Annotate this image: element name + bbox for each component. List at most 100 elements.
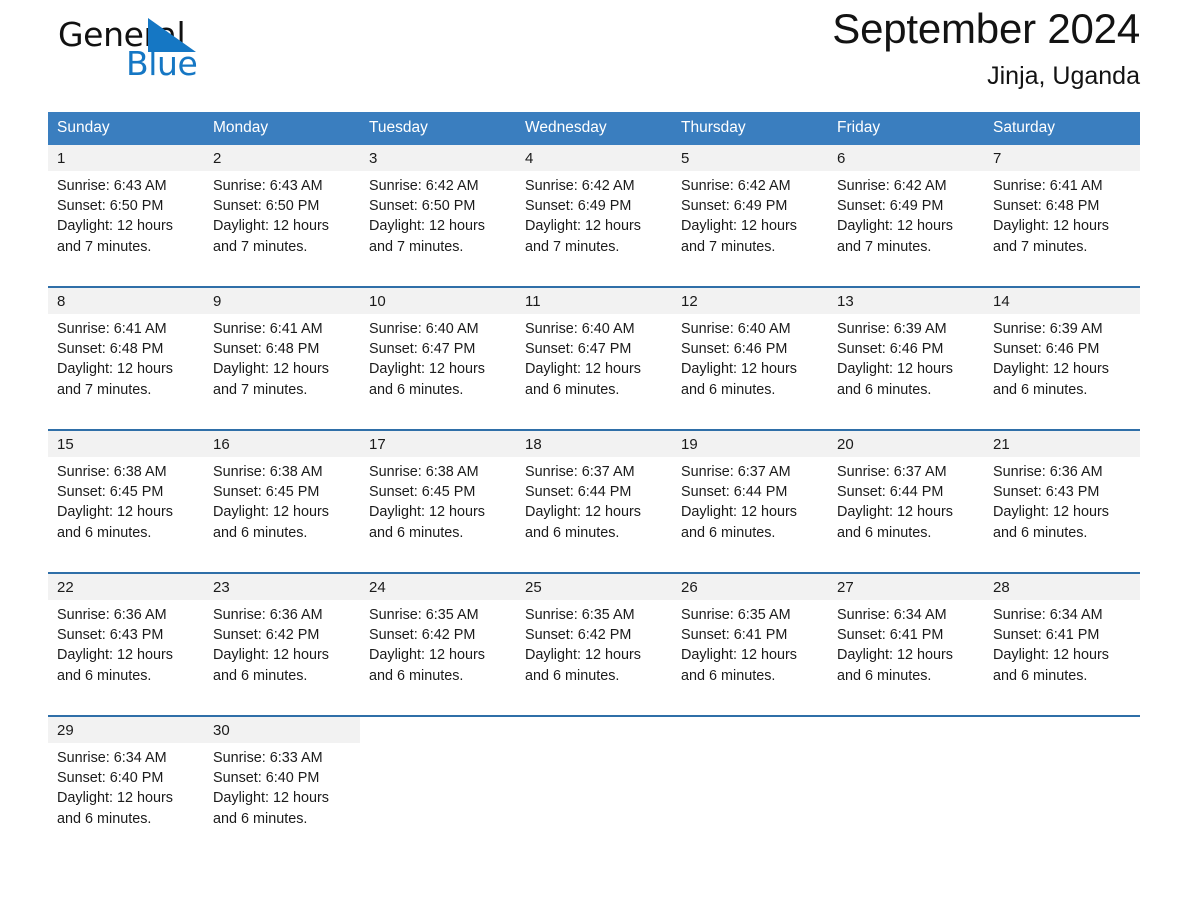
day-detail-cell[interactable]: Sunrise: 6:40 AM Sunset: 6:47 PM Daylight:…: [360, 314, 516, 430]
day-number-cell[interactable]: 1: [48, 145, 204, 171]
calendar-page: General Blue September 2024 Jinja, Ugand…: [0, 0, 1188, 918]
sunset-text: Sunset: 6:48 PM: [993, 198, 1100, 215]
day-number-cell[interactable]: 3: [360, 145, 516, 171]
week-daynumber-row: 29 30: [48, 715, 1140, 743]
daylight-text-line1: Daylight: 12 hours: [525, 361, 641, 378]
day-number-cell[interactable]: 22: [48, 572, 204, 600]
title-block: September 2024 Jinja, Uganda: [832, 4, 1140, 92]
day-number-cell[interactable]: 24: [360, 572, 516, 600]
sunset-text: Sunset: 6:44 PM: [681, 484, 788, 501]
sunset-text: Sunset: 6:45 PM: [213, 484, 320, 501]
sunrise-text: Sunrise: 6:33 AM: [213, 750, 323, 766]
day-detail-cell[interactable]: Sunrise: 6:37 AM Sunset: 6:44 PM Daylight:…: [828, 457, 984, 573]
day-number-cell[interactable]: 23: [204, 572, 360, 600]
sunset-text: Sunset: 6:40 PM: [213, 770, 320, 787]
day-number-cell[interactable]: 13: [828, 286, 984, 314]
day-detail-cell[interactable]: Sunrise: 6:38 AM Sunset: 6:45 PM Daylight:…: [360, 457, 516, 573]
daylight-text-line1: Daylight: 12 hours: [837, 218, 953, 235]
general-blue-logo: General Blue: [48, 10, 228, 88]
day-number-cell[interactable]: 30: [204, 715, 360, 743]
daylight-text-line2: and 6 minutes.: [993, 524, 1088, 541]
day-detail-cell[interactable]: Sunrise: 6:43 AM Sunset: 6:50 PM Daylight:…: [204, 171, 360, 287]
day-detail-cell[interactable]: Sunrise: 6:34 AM Sunset: 6:41 PM Daylight:…: [984, 600, 1140, 716]
daylight-text-line2: and 7 minutes.: [525, 238, 620, 255]
day-detail-cell[interactable]: Sunrise: 6:42 AM Sunset: 6:49 PM Daylight:…: [828, 171, 984, 287]
day-detail-cell[interactable]: Sunrise: 6:35 AM Sunset: 6:42 PM Daylight:…: [360, 600, 516, 716]
daylight-text-line1: Daylight: 12 hours: [57, 361, 173, 378]
daylight-text-line1: Daylight: 12 hours: [681, 504, 797, 521]
day-number-cell[interactable]: 6: [828, 145, 984, 171]
day-number-cell[interactable]: 7: [984, 145, 1140, 171]
daylight-text-line2: and 6 minutes.: [681, 381, 776, 398]
day-detail-cell[interactable]: Sunrise: 6:33 AM Sunset: 6:40 PM Daylight:…: [204, 743, 360, 858]
day-detail-cell[interactable]: Sunrise: 6:40 AM Sunset: 6:47 PM Daylight:…: [516, 314, 672, 430]
empty-day-detail-cell: [984, 743, 1140, 858]
day-detail-cell[interactable]: Sunrise: 6:43 AM Sunset: 6:50 PM Daylight:…: [48, 171, 204, 287]
day-detail-cell[interactable]: Sunrise: 6:39 AM Sunset: 6:46 PM Daylight:…: [828, 314, 984, 430]
sunset-text: Sunset: 6:45 PM: [369, 484, 476, 501]
day-number-cell[interactable]: 20: [828, 429, 984, 457]
day-detail-cell[interactable]: Sunrise: 6:36 AM Sunset: 6:42 PM Daylight:…: [204, 600, 360, 716]
day-number-cell[interactable]: 25: [516, 572, 672, 600]
day-detail-cell[interactable]: Sunrise: 6:39 AM Sunset: 6:46 PM Daylight:…: [984, 314, 1140, 430]
day-number-cell[interactable]: 18: [516, 429, 672, 457]
day-detail-cell[interactable]: Sunrise: 6:41 AM Sunset: 6:48 PM Daylight:…: [984, 171, 1140, 287]
sunset-text: Sunset: 6:44 PM: [837, 484, 944, 501]
day-detail-cell[interactable]: Sunrise: 6:35 AM Sunset: 6:42 PM Daylight:…: [516, 600, 672, 716]
sunset-text: Sunset: 6:40 PM: [57, 770, 164, 787]
daylight-text-line2: and 6 minutes.: [993, 381, 1088, 398]
sunset-text: Sunset: 6:50 PM: [57, 198, 164, 215]
sunrise-text: Sunrise: 6:42 AM: [681, 178, 791, 194]
day-detail-cell[interactable]: Sunrise: 6:40 AM Sunset: 6:46 PM Daylight:…: [672, 314, 828, 430]
daylight-text-line2: and 7 minutes.: [837, 238, 932, 255]
day-number-cell[interactable]: 15: [48, 429, 204, 457]
day-number-cell[interactable]: 12: [672, 286, 828, 314]
daylight-text-line2: and 6 minutes.: [525, 667, 620, 684]
day-number-cell[interactable]: 10: [360, 286, 516, 314]
day-number-cell[interactable]: 21: [984, 429, 1140, 457]
sunrise-text: Sunrise: 6:40 AM: [681, 321, 791, 337]
day-number-cell[interactable]: 19: [672, 429, 828, 457]
day-detail-cell[interactable]: Sunrise: 6:42 AM Sunset: 6:49 PM Daylight:…: [672, 171, 828, 287]
day-number-cell[interactable]: 16: [204, 429, 360, 457]
day-detail-cell[interactable]: Sunrise: 6:36 AM Sunset: 6:43 PM Daylight:…: [984, 457, 1140, 573]
daylight-text-line2: and 7 minutes.: [57, 381, 152, 398]
weekday-header-wednesday: Wednesday: [516, 112, 672, 145]
sunset-text: Sunset: 6:43 PM: [993, 484, 1100, 501]
day-detail-cell[interactable]: Sunrise: 6:35 AM Sunset: 6:41 PM Daylight:…: [672, 600, 828, 716]
day-number-cell[interactable]: 8: [48, 286, 204, 314]
sunrise-text: Sunrise: 6:38 AM: [213, 464, 323, 480]
day-detail-cell[interactable]: Sunrise: 6:37 AM Sunset: 6:44 PM Daylight:…: [516, 457, 672, 573]
day-number-cell[interactable]: 4: [516, 145, 672, 171]
day-number-cell[interactable]: 28: [984, 572, 1140, 600]
day-number-cell[interactable]: 17: [360, 429, 516, 457]
day-detail-cell[interactable]: Sunrise: 6:34 AM Sunset: 6:41 PM Daylight:…: [828, 600, 984, 716]
day-detail-cell[interactable]: Sunrise: 6:42 AM Sunset: 6:49 PM Daylight:…: [516, 171, 672, 287]
day-number-cell[interactable]: 2: [204, 145, 360, 171]
day-detail-cell[interactable]: Sunrise: 6:38 AM Sunset: 6:45 PM Daylight:…: [48, 457, 204, 573]
daylight-text-line1: Daylight: 12 hours: [57, 218, 173, 235]
day-number-cell[interactable]: 27: [828, 572, 984, 600]
sunset-text: Sunset: 6:41 PM: [837, 627, 944, 644]
daylight-text-line1: Daylight: 12 hours: [993, 361, 1109, 378]
daylight-text-line1: Daylight: 12 hours: [213, 218, 329, 235]
day-detail-cell[interactable]: Sunrise: 6:34 AM Sunset: 6:40 PM Daylight:…: [48, 743, 204, 858]
day-number-cell[interactable]: 14: [984, 286, 1140, 314]
sunrise-sunset-calendar: Sunday Monday Tuesday Wednesday Thursday…: [48, 112, 1140, 858]
day-detail-cell[interactable]: Sunrise: 6:41 AM Sunset: 6:48 PM Daylight:…: [48, 314, 204, 430]
day-number-cell[interactable]: 11: [516, 286, 672, 314]
day-number-cell[interactable]: 9: [204, 286, 360, 314]
sunrise-text: Sunrise: 6:39 AM: [993, 321, 1103, 337]
day-detail-cell[interactable]: Sunrise: 6:42 AM Sunset: 6:50 PM Daylight:…: [360, 171, 516, 287]
day-number-cell[interactable]: 26: [672, 572, 828, 600]
week-daynumber-row: 15 16 17 18 19 20 21: [48, 429, 1140, 457]
day-detail-cell[interactable]: Sunrise: 6:38 AM Sunset: 6:45 PM Daylight:…: [204, 457, 360, 573]
day-detail-cell[interactable]: Sunrise: 6:37 AM Sunset: 6:44 PM Daylight:…: [672, 457, 828, 573]
empty-day-cell: [984, 715, 1140, 743]
day-number-cell[interactable]: 29: [48, 715, 204, 743]
week-daynumber-row: 1234567: [48, 145, 1140, 171]
sunset-text: Sunset: 6:42 PM: [369, 627, 476, 644]
day-detail-cell[interactable]: Sunrise: 6:36 AM Sunset: 6:43 PM Daylight:…: [48, 600, 204, 716]
day-number-cell[interactable]: 5: [672, 145, 828, 171]
day-detail-cell[interactable]: Sunrise: 6:41 AM Sunset: 6:48 PM Daylight:…: [204, 314, 360, 430]
